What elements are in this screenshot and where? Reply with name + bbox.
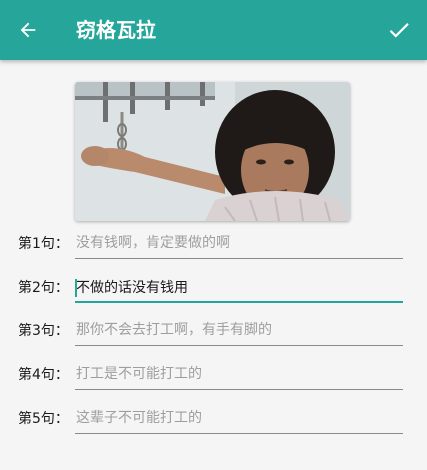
meme-image <box>75 82 350 221</box>
sentence-label: 第3句： <box>18 323 69 339</box>
text-cursor <box>75 279 77 297</box>
sentence-row-1: 第1句： <box>0 228 427 260</box>
sentence-5-input[interactable] <box>75 403 403 434</box>
sentence-label: 第2句： <box>18 280 69 296</box>
check-icon <box>389 23 409 38</box>
sentence-row-4: 第4句： <box>0 359 427 391</box>
sentence-2-input[interactable] <box>75 272 403 303</box>
sentence-1-input[interactable] <box>75 228 403 259</box>
sentence-label: 第1句： <box>18 236 69 252</box>
sentence-row-3: 第3句： <box>0 315 427 347</box>
sentence-label: 第4句： <box>18 367 69 383</box>
back-button[interactable] <box>6 8 50 52</box>
sentence-4-input[interactable] <box>75 359 403 390</box>
sentence-row-2: 第2句： <box>0 272 427 304</box>
arrow-back-icon <box>20 22 36 38</box>
done-button[interactable] <box>377 8 421 52</box>
sentence-row-5: 第5句： <box>0 403 427 435</box>
app-bar: 窃格瓦拉 <box>0 0 427 60</box>
page-title: 窃格瓦拉 <box>76 18 156 42</box>
sentence-3-input[interactable] <box>75 315 403 346</box>
sentence-label: 第5句： <box>18 411 69 427</box>
